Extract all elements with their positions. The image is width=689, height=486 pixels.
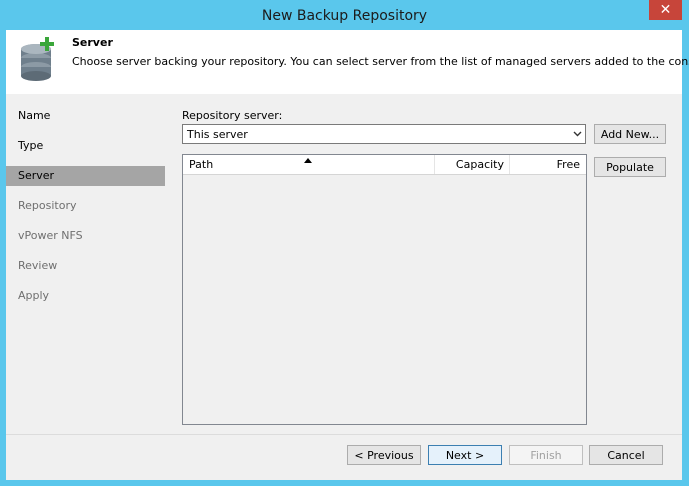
repository-server-label: Repository server:	[182, 109, 283, 122]
next-button[interactable]: Next >	[428, 445, 502, 465]
nav-step-apply[interactable]: Apply	[6, 286, 165, 306]
window-title: New Backup Repository	[261, 8, 428, 24]
column-header-free[interactable]: Free	[510, 155, 586, 174]
previous-button[interactable]: < Previous	[347, 445, 421, 465]
repository-server-select[interactable]: This server	[182, 124, 586, 144]
sort-ascending-icon	[304, 158, 312, 163]
cancel-button[interactable]: Cancel	[589, 445, 663, 465]
column-header-capacity[interactable]: Capacity	[435, 155, 510, 174]
close-button[interactable]: ✕	[649, 0, 682, 20]
nav-step-vpower-nfs[interactable]: vPower NFS	[6, 226, 165, 246]
database-add-icon	[21, 37, 54, 81]
nav-step-review[interactable]: Review	[6, 256, 165, 276]
repository-server-value: This server	[187, 127, 248, 141]
footer-divider	[6, 434, 682, 435]
server-paths-list[interactable]: Path Capacity Free	[182, 154, 587, 425]
finish-button[interactable]: Finish	[509, 445, 583, 465]
chevron-down-icon	[569, 131, 585, 137]
dialog-client-area: Server Choose server backing your reposi…	[6, 30, 689, 480]
wizard-steps-nav: Name Type Server Repository vPower NFS R…	[6, 94, 166, 434]
title-bar[interactable]: New Backup Repository ✕	[0, 0, 689, 30]
nav-step-repository[interactable]: Repository	[6, 196, 165, 216]
step-header: Server Choose server backing your reposi…	[6, 30, 689, 94]
nav-step-type[interactable]: Type	[6, 136, 165, 156]
nav-step-name[interactable]: Name	[6, 106, 165, 126]
dialog-window: New Backup Repository ✕ Server Choose se…	[0, 0, 689, 486]
populate-button[interactable]: Populate	[594, 157, 666, 177]
step-title: Server	[72, 36, 113, 49]
step-description: Choose server backing your repository. Y…	[72, 55, 689, 68]
nav-step-server[interactable]: Server	[6, 166, 165, 186]
add-new-button[interactable]: Add New...	[594, 124, 666, 144]
list-header: Path Capacity Free	[183, 155, 586, 175]
close-icon: ✕	[659, 2, 672, 18]
